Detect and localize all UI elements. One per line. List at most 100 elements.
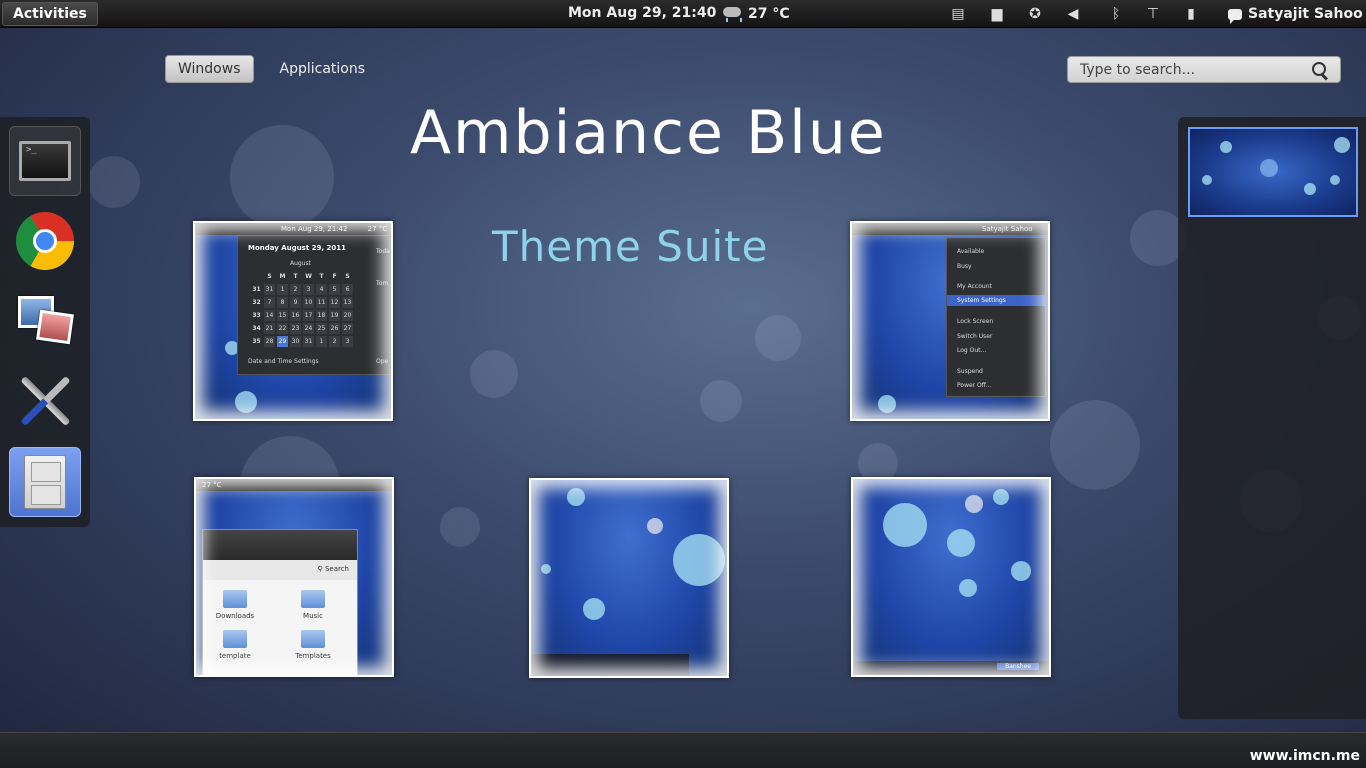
battery-icon[interactable]: ▮ [1182,4,1200,24]
user-name: Satyajit Sahoo [1248,6,1363,22]
file-manager-window: ⚲ Search Downloads Music template Templa… [202,529,358,675]
theme-subtitle: Theme Suite [492,222,769,271]
calendar-week-number: 33 [252,312,261,319]
calendar-week-number: 34 [252,325,261,332]
calendar-day: 13 [342,297,353,308]
clock[interactable]: Mon Aug 29, 21:40 [568,5,716,21]
calendar-day: 5 [329,284,340,295]
date-time-settings-link[interactable]: Date and Time Settings [248,358,319,365]
weather-temperature: 27 °C [748,6,790,22]
events-open: Ope [376,358,389,365]
dash-item-terminal[interactable] [9,126,81,196]
message-tray [0,732,1366,768]
calendar-popup: Monday August 29, 2011 August S M T W T F S 31 3… [237,235,391,375]
clipboard-icon[interactable]: ▤ [949,4,967,24]
calendar-day: 15 [277,310,288,321]
calendar-day: 2 [290,284,301,295]
accessibility-icon[interactable]: ✪ [1026,4,1044,24]
calendar-day: 21 [264,323,275,334]
calendar-weekday [251,271,262,282]
calendar-day: 25 [316,323,327,334]
calendar-day: 30 [290,336,301,347]
mini-topbar: Satyajit Sahoo [852,223,1048,235]
calendar-day: 28 [264,336,275,347]
calendar-weekday: F [332,273,337,280]
mini-dock [531,654,689,676]
calendar-day: 24 [303,323,314,334]
mini-clock: Mon Aug 29, 21:42 [281,225,348,233]
calendar-week-number: 32 [252,299,261,306]
menu-item-lock-screen[interactable]: Lock Screen [957,318,993,325]
search-icon[interactable] [1312,62,1328,78]
dash-item-system-tools[interactable] [9,366,81,436]
calendar-weekday: W [305,273,312,280]
tools-icon [15,371,75,431]
calendar-day: 3 [342,336,353,347]
top-panel: Activities Mon Aug 29, 21:40 27 °C ▤ ▆ ✪… [0,0,1366,28]
calendar-weekday: S [267,273,272,280]
weather-indicator[interactable]: 27 °C [722,3,790,25]
calendar-day: 23 [290,323,301,334]
workspace-switcher [1178,117,1366,719]
calendar-day: 4 [316,284,327,295]
tab-applications[interactable]: Applications [268,56,378,82]
calendar-day: 18 [316,310,327,321]
network-icon[interactable]: ⊤ [1144,4,1162,24]
search-input[interactable] [1080,61,1300,79]
mini-topbar: 27 °C [196,479,392,491]
mini-user-name: Satyajit Sahoo [982,225,1033,233]
user-menu-popup: Available Busy My Account System Setting… [946,237,1046,397]
mini-search-icon: ⚲ [317,565,325,573]
dash-item-image-viewer[interactable] [9,285,81,355]
folder-icon[interactable]: ▆ [988,4,1006,24]
menu-item-switch-user[interactable]: Switch User [957,333,992,340]
window-thumbnail-file-manager[interactable]: 27 °C ⚲ Search Downloads Music template … [194,477,394,677]
photos-icon [16,294,74,346]
activities-button[interactable]: Activities [2,2,98,26]
menu-item-power-off[interactable]: Power Off... [957,382,992,389]
menu-item-my-account[interactable]: My Account [957,283,992,290]
window-thumbnail-user-menu[interactable]: Satyajit Sahoo Available Busy My Account… [850,221,1050,421]
calendar-day: 9 [290,297,301,308]
calendar-day: 17 [303,310,314,321]
calendar-weekday: S [345,273,350,280]
dash-item-file-manager[interactable] [9,447,81,517]
calendar-day: 19 [329,310,340,321]
dash [0,117,90,527]
window-thumbnail-calendar[interactable]: Mon Aug 29, 21:42 27 °C Monday August 29… [193,221,393,421]
tab-windows[interactable]: Windows [165,55,254,83]
calendar-day: 27 [342,323,353,334]
folder-label-downloads: Downloads [215,612,255,620]
calendar-day: 11 [316,297,327,308]
calendar-day: 14 [264,310,275,321]
search-box[interactable] [1067,56,1341,83]
calendar-day: 7 [264,297,275,308]
folder-label-templates: Templates [295,652,331,660]
window-thumbnail-desktop[interactable] [529,478,729,678]
menu-item-available[interactable]: Available [957,248,984,255]
calendar-weekday: T [293,273,298,280]
weather-rain-icon [722,5,742,23]
view-selector: Windows Applications [165,55,377,83]
dash-item-chrome[interactable] [9,206,81,276]
mini-panel: Banshee [853,661,1049,675]
volume-icon[interactable]: ◀ [1064,4,1082,24]
workspace-thumbnail[interactable] [1188,127,1358,217]
mini-search-label: Search [324,565,349,573]
calendar-day: 3 [303,284,314,295]
calendar-day: 2 [329,336,340,347]
user-menu[interactable]: Satyajit Sahoo [1228,4,1363,24]
folder-label-music: Music [303,612,323,620]
banshee-label: Banshee [997,663,1039,670]
calendar-day: 1 [316,336,327,347]
chat-status-icon [1228,8,1242,24]
menu-item-log-out[interactable]: Log Out... [957,347,986,354]
bluetooth-icon[interactable]: ᛒ [1107,4,1125,24]
mini-topbar: Mon Aug 29, 21:42 27 °C [195,223,391,235]
window-thumbnail-desktop-panel[interactable]: Banshee [851,477,1051,677]
theme-title: Ambiance Blue [410,98,887,168]
calendar-day: 31 [264,284,275,295]
menu-item-suspend[interactable]: Suspend [957,368,983,375]
menu-item-system-settings[interactable]: System Settings [947,295,1045,306]
menu-item-busy[interactable]: Busy [957,263,972,270]
